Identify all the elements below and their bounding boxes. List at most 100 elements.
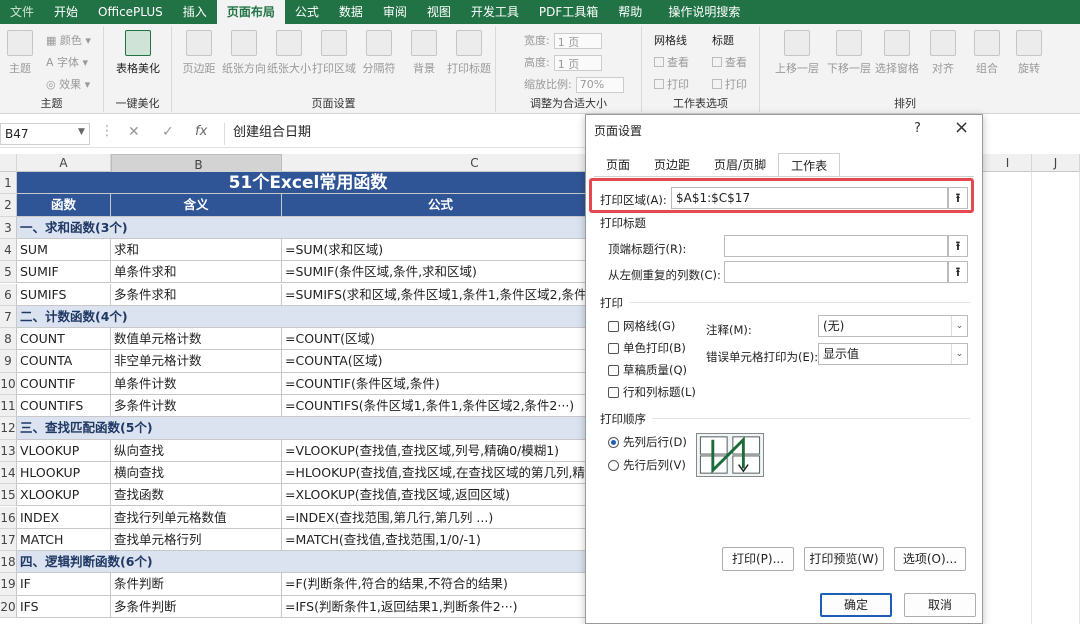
tab-page[interactable]: 页面 <box>594 153 642 177</box>
formula-cell[interactable]: =XLOOKUP(查找值,查找区域,返回区域) <box>282 484 600 507</box>
name-box[interactable]: B47 <box>0 123 90 145</box>
section-heading[interactable]: 一、求和函数(3个) <box>17 216 600 239</box>
comments-select[interactable]: (无) ⌄ <box>818 315 968 337</box>
page-setup-button[interactable]: 分隔符 <box>356 30 402 76</box>
meaning-cell[interactable]: 横向查找 <box>111 461 282 485</box>
meaning-cell[interactable]: 多条件判断 <box>111 595 282 618</box>
range-picker-icon[interactable]: ⭱ <box>948 261 968 283</box>
height-setting[interactable]: 高度: 1 页 <box>524 54 602 71</box>
formula-input[interactable]: 创建组合日期 <box>224 123 590 145</box>
col-header-j[interactable]: J <box>1032 154 1080 172</box>
row-number[interactable]: 10 <box>0 372 17 395</box>
ribbon-tab[interactable]: 帮助 <box>608 0 652 24</box>
row-number[interactable]: 20 <box>0 595 17 618</box>
gridlines-view-check[interactable]: 查看 <box>654 54 689 70</box>
formula-cell[interactable]: =IFS(判断条件1,返回结果1,判断条件2···) <box>282 595 600 618</box>
tab-sheet[interactable]: 工作表 <box>778 153 841 177</box>
page-setup-button[interactable]: 打印区域 <box>311 30 357 76</box>
row-number[interactable]: 18 <box>0 551 17 574</box>
formula-cell[interactable]: =COUNTIF(条件区域,条件) <box>282 372 600 395</box>
formula-cell[interactable]: =MATCH(查找值,查找范围,1/0/-1) <box>282 528 600 552</box>
section-heading[interactable]: 四、逻辑判断函数(6个) <box>17 551 600 574</box>
meaning-cell[interactable]: 多条件计数 <box>111 395 282 418</box>
row-number[interactable]: 9 <box>0 350 17 373</box>
range-picker-icon[interactable]: ⭱ <box>948 235 968 257</box>
ribbon-tab[interactable]: 审阅 <box>373 0 417 24</box>
function-cell[interactable]: COUNTA <box>17 350 111 373</box>
section-heading[interactable]: 三、查找匹配函数(5个) <box>17 417 600 440</box>
meaning-cell[interactable]: 多条件求和 <box>111 283 282 306</box>
headings-print-check[interactable]: 打印 <box>712 76 747 92</box>
meaning-cell[interactable]: 单条件计数 <box>111 372 282 395</box>
formula-cell[interactable]: =SUM(求和区域) <box>282 238 600 262</box>
effects-button[interactable]: ◎ 效果 ▾ <box>46 76 90 92</box>
ribbon-tab[interactable]: OfficePLUS <box>88 0 173 24</box>
col-header-i[interactable]: I <box>984 154 1032 172</box>
enter-icon[interactable]: ✓ <box>162 124 174 140</box>
row-number[interactable]: 15 <box>0 484 17 507</box>
formula-cell[interactable]: =HLOOKUP(查找值,查找区域,在查找区域的第几列,精 <box>282 461 600 485</box>
row-number[interactable]: 4 <box>0 238 17 262</box>
row-number[interactable]: 14 <box>0 461 17 485</box>
formula-cell[interactable]: =COUNTIFS(条件区域1,条件1,条件区域2,条件2···) <box>282 395 600 418</box>
ribbon-tab[interactable]: 数据 <box>329 0 373 24</box>
ok-button[interactable]: 确定 <box>820 593 892 617</box>
formula-cell[interactable]: =SUMIFS(求和区域,条件区域1,条件1,条件区域2,条件 <box>282 283 600 306</box>
sheet-title[interactable]: 51个Excel常用函数 <box>17 172 600 195</box>
meaning-cell[interactable]: 纵向查找 <box>111 439 282 462</box>
close-icon[interactable]: × <box>954 117 969 138</box>
page-setup-button[interactable]: 打印标题 <box>446 30 492 76</box>
arrange-button[interactable]: 选择窗格 <box>874 30 920 76</box>
function-cell[interactable]: MATCH <box>17 528 111 552</box>
ribbon-tab[interactable]: 页面布局 <box>216 0 285 24</box>
row-number[interactable]: 2 <box>0 194 17 217</box>
arrange-button[interactable]: 旋转 <box>1006 30 1052 76</box>
meaning-cell[interactable]: 查找单元格行列 <box>111 528 282 552</box>
beautify-button[interactable]: 表格美化 <box>112 30 164 76</box>
function-cell[interactable]: COUNTIF <box>17 372 111 395</box>
ribbon-tab[interactable]: 操作说明搜索 <box>658 0 750 24</box>
function-cell[interactable]: SUMIFS <box>17 283 111 306</box>
row-number[interactable]: 19 <box>0 573 17 596</box>
formula-cell[interactable]: =COUNT(区域) <box>282 328 600 351</box>
row-number[interactable]: 8 <box>0 328 17 351</box>
mono-checkbox[interactable]: 单色打印(B) <box>608 340 686 356</box>
fonts-button[interactable]: A 字体 ▾ <box>46 54 88 70</box>
formula-cell[interactable]: =VLOOKUP(查找值,查找区域,列号,精确0/模糊1) <box>282 439 600 462</box>
function-cell[interactable]: COUNTIFS <box>17 395 111 418</box>
meaning-cell[interactable]: 非空单元格计数 <box>111 350 282 373</box>
formula-cell[interactable]: =F(判断条件,符合的结果,不符合的结果) <box>282 573 600 596</box>
ribbon-tab[interactable]: PDF工具箱 <box>529 0 608 24</box>
headings-view-check[interactable]: 查看 <box>712 54 747 70</box>
width-setting[interactable]: 宽度: 1 页 <box>524 32 602 49</box>
select-all[interactable] <box>0 154 17 172</box>
left-cols-input[interactable] <box>724 261 948 283</box>
ribbon-tab[interactable]: 视图 <box>417 0 461 24</box>
gridlines-print-check[interactable]: 打印 <box>654 76 689 92</box>
row-number[interactable]: 5 <box>0 261 17 284</box>
order-over-then-down[interactable]: 先行后列(V) <box>608 457 686 473</box>
function-cell[interactable]: SUM <box>17 238 111 262</box>
colors-button[interactable]: ▦ 颜色 ▾ <box>46 32 91 48</box>
arrange-button[interactable]: 下移一层 <box>826 30 872 76</box>
order-down-then-over[interactable]: 先列后行(D) <box>608 434 687 450</box>
arrange-button[interactable]: 对齐 <box>920 30 966 76</box>
row-number[interactable]: 16 <box>0 506 17 529</box>
function-cell[interactable]: HLOOKUP <box>17 461 111 485</box>
tab-margins[interactable]: 页边距 <box>642 153 702 177</box>
header-cell[interactable]: 公式 <box>282 194 600 217</box>
row-number[interactable]: 12 <box>0 417 17 440</box>
arrange-button[interactable]: 上移一层 <box>774 30 820 76</box>
header-cell[interactable]: 函数 <box>17 194 111 217</box>
section-heading[interactable]: 二、计数函数(4个) <box>17 305 600 329</box>
meaning-cell[interactable]: 单条件求和 <box>111 261 282 284</box>
draft-checkbox[interactable]: 草稿质量(Q) <box>608 362 687 378</box>
col-header-a[interactable]: A <box>17 154 111 172</box>
gridlines-checkbox[interactable]: 网格线(G) <box>608 318 675 334</box>
arrange-button[interactable]: 组合 <box>964 30 1010 76</box>
function-cell[interactable]: SUMIF <box>17 261 111 284</box>
rowcol-checkbox[interactable]: 行和列标题(L) <box>608 384 696 400</box>
page-setup-button[interactable]: 页边距 <box>176 30 222 76</box>
top-rows-input[interactable] <box>724 235 948 257</box>
ribbon-tab[interactable]: 文件 <box>0 0 44 24</box>
